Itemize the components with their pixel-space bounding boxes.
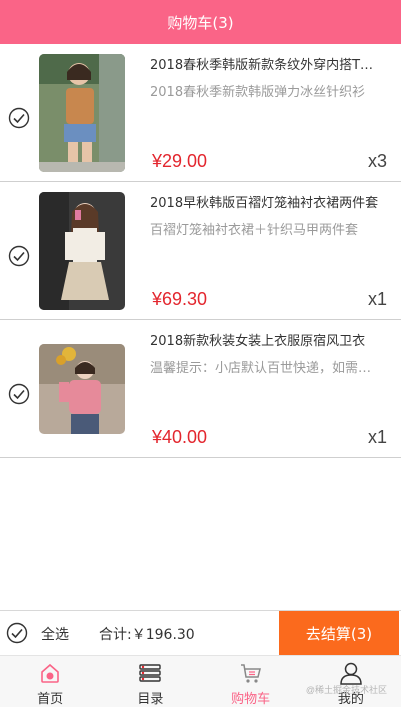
cart-icon — [240, 664, 261, 683]
product-title[interactable]: 2018早秋韩版百褶灯笼袖衬衣裙两件套 — [150, 192, 382, 211]
product-image[interactable] — [39, 54, 125, 172]
checkout-button[interactable]: 去结算(3) — [279, 611, 399, 655]
tab-label: 首页 — [37, 692, 64, 707]
list-icon — [139, 664, 162, 682]
product-subtitle: 2018春秋季新款韩版弹力冰丝针织衫 — [150, 85, 366, 100]
home-icon — [41, 663, 59, 683]
tab-cart[interactable]: 购物车 — [201, 656, 301, 707]
checked-icon[interactable] — [8, 245, 30, 267]
product-price: ¥40.00 — [152, 427, 208, 447]
tab-label: 购物车 — [231, 692, 271, 707]
product-quantity: x3 — [367, 151, 387, 171]
checked-icon[interactable] — [8, 383, 30, 405]
tab-profile[interactable]: 我的 — [301, 656, 401, 707]
cart-total: 合计:￥196.30 — [99, 627, 195, 643]
tab-home[interactable]: 首页 — [0, 656, 100, 707]
product-subtitle: 温馨提示：小店默认百世快递，如需其他请备注 — [150, 361, 382, 376]
cart-item[interactable]: 2018早秋韩版百褶灯笼袖衬衣裙两件套 百褶灯笼袖衬衣裙＋针织马甲两件套 ¥69… — [0, 182, 401, 320]
page-header: 购物车(3) — [0, 0, 401, 44]
bottom-tab-bar: 首页 目录 购物车 我的 — [0, 655, 401, 707]
product-image[interactable] — [39, 344, 125, 434]
watermark: @稀土掘金技术社区 — [305, 685, 387, 695]
product-image[interactable] — [39, 192, 125, 310]
product-quantity: x1 — [367, 289, 387, 309]
product-quantity: x1 — [367, 427, 387, 447]
checked-icon[interactable] — [8, 107, 30, 129]
product-subtitle: 百褶灯笼袖衬衣裙＋针织马甲两件套 — [150, 223, 359, 238]
cart-list: 2018春秋季韩版新款条纹外穿内搭T恤上衣 2018春秋季新款韩版弹力冰丝针织衫… — [0, 44, 401, 458]
product-title[interactable]: 2018新款秋装女装上衣服原宿风卫衣 — [150, 330, 382, 349]
cart-item[interactable]: 2018新款秋装女装上衣服原宿风卫衣 温馨提示：小店默认百世快递，如需其他请备注… — [0, 320, 401, 458]
product-title[interactable]: 2018春秋季韩版新款条纹外穿内搭T恤上衣 — [150, 54, 382, 73]
cart-summary-bar: 全选 合计:￥196.30 去结算(3) — [0, 610, 401, 655]
select-all-checked-icon[interactable] — [6, 622, 28, 644]
product-price: ¥69.30 — [152, 289, 208, 309]
cart-item[interactable]: 2018春秋季韩版新款条纹外穿内搭T恤上衣 2018春秋季新款韩版弹力冰丝针织衫… — [0, 44, 401, 182]
page-title: 购物车(3) — [167, 13, 234, 32]
tab-catalog[interactable]: 目录 — [100, 656, 200, 707]
tab-label: 目录 — [137, 692, 164, 707]
select-all-label[interactable]: 全选 — [41, 624, 69, 644]
product-price: ¥29.00 — [152, 151, 208, 171]
